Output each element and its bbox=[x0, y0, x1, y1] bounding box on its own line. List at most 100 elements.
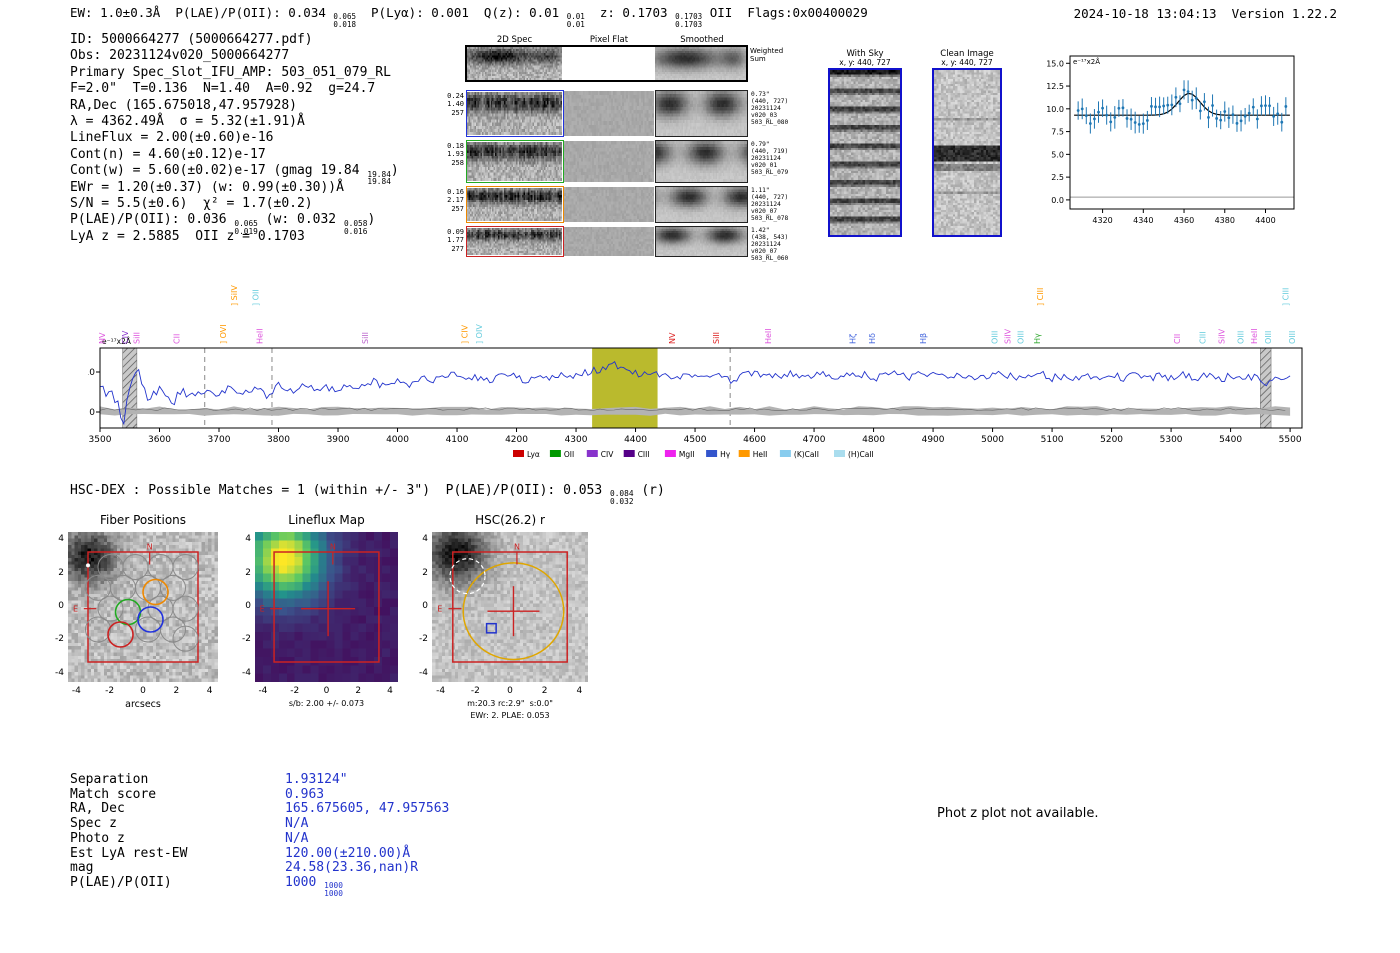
svg-text:4800: 4800 bbox=[862, 435, 885, 445]
svg-text:4300: 4300 bbox=[565, 435, 588, 445]
svg-text:0.0: 0.0 bbox=[1051, 196, 1064, 205]
match-row-value: N/A bbox=[285, 816, 309, 832]
svg-text:SiII: SiII bbox=[361, 332, 370, 344]
y-tick-label: -2 bbox=[419, 634, 428, 645]
spec2d-image bbox=[467, 92, 562, 135]
fiber-weight-value: 257 bbox=[451, 204, 464, 213]
y-tick-label: 2 bbox=[422, 567, 428, 578]
stacked-uncertainty: 0.01 0.01 bbox=[567, 13, 585, 28]
svg-text:15.0: 15.0 bbox=[1046, 59, 1064, 68]
svg-text:HeII: HeII bbox=[1250, 328, 1259, 344]
svg-text:] CIII: ] CIII bbox=[1281, 288, 1290, 306]
svg-text:OIII: OIII bbox=[1264, 331, 1273, 344]
svg-text:e⁻¹⁷x2Å: e⁻¹⁷x2Å bbox=[1073, 57, 1100, 66]
selected-fiber bbox=[137, 606, 164, 633]
fiber-weight-value: 1.93 bbox=[447, 150, 464, 159]
info-line: EWr = 1.20(±0.37) (w: 0.99(±0.30))Å bbox=[70, 179, 344, 195]
strip-annotation: (440, 727) bbox=[751, 194, 789, 201]
weighted-smoothed-image bbox=[655, 47, 746, 80]
svg-text:5100: 5100 bbox=[1041, 435, 1064, 445]
lower-value: 0.032 bbox=[610, 497, 634, 507]
lineflux-map-overlay: NE bbox=[260, 543, 380, 663]
svg-text:CII: CII bbox=[1173, 334, 1182, 344]
line-fit-plot: 0.0 2.5 5.0 7.5 10.0 12.5 15.0 4320 4340 4360 4380… bbox=[1046, 55, 1295, 225]
svg-text:MgII: MgII bbox=[679, 450, 695, 459]
stacked-uncertainty: 0.058 0.016 bbox=[343, 219, 368, 236]
x-tick-label: -2 bbox=[290, 686, 300, 696]
strip-annotation: v020_03 bbox=[751, 112, 778, 119]
fiber-weight-value: 258 bbox=[451, 158, 464, 167]
svg-text:0: 0 bbox=[89, 408, 95, 418]
stacked-uncertainty: 0.065 0.018 bbox=[333, 13, 356, 28]
svg-text:4400: 4400 bbox=[1255, 216, 1275, 225]
full-spectrum-plot: 0 10 3500 3600 3700 3800 3900 4000 4100 4200 4300 4… bbox=[88, 285, 1303, 459]
svg-text:] CIV: ] CIV bbox=[461, 324, 470, 344]
info-line: Obs: 20231124v020_5000664277 bbox=[70, 48, 290, 64]
info-line: RA,Dec (165.675018,47.957928) bbox=[70, 97, 297, 113]
svg-text:5.0: 5.0 bbox=[1051, 150, 1064, 159]
x-tick-label: 4 bbox=[387, 686, 393, 696]
svg-text:5300: 5300 bbox=[1160, 435, 1183, 445]
strip-annotation: 503_RL_079 bbox=[751, 169, 789, 176]
hsc-cutout-overlay: NE bbox=[437, 543, 568, 663]
match-row-value: 1.93124" bbox=[285, 772, 348, 787]
svg-text:SiIV: SiIV bbox=[1003, 328, 1012, 344]
strip-annotation: 0.73" bbox=[751, 91, 770, 98]
lower-value: 0.01 bbox=[566, 19, 585, 29]
x-tick-label: 0 bbox=[323, 686, 330, 696]
strip-annotation: 503_RL_078 bbox=[751, 215, 789, 222]
svg-text:4700: 4700 bbox=[803, 435, 826, 445]
svg-text:3500: 3500 bbox=[89, 435, 112, 445]
svg-text:3900: 3900 bbox=[327, 435, 350, 445]
x-tick-label: 4 bbox=[206, 686, 213, 696]
strip-annotation: (440, 727) bbox=[751, 98, 789, 105]
pixelflat-image bbox=[564, 141, 654, 182]
info-line: F=2.0" T=0.136 N=1.40 A=0.92 g=24.7 bbox=[70, 81, 376, 97]
weighted-2dspec-image bbox=[467, 47, 562, 80]
fiber-positions-title: Fiber Positions bbox=[99, 513, 187, 527]
match-row-value: 24.58(23.36,nan)R bbox=[285, 860, 419, 876]
y-tick-label: 4 bbox=[422, 534, 428, 545]
col-header-smoothed: Smoothed bbox=[680, 35, 724, 45]
svg-text:4900: 4900 bbox=[922, 435, 945, 445]
line-highlight-band bbox=[592, 348, 658, 428]
compass-east: E bbox=[73, 605, 78, 614]
selected-fiber bbox=[107, 621, 134, 648]
svg-text:4100: 4100 bbox=[446, 435, 469, 445]
strip-annotation: 20231124 bbox=[751, 241, 781, 248]
header-summary: EW: 1.0±0.3Å P(LAE)/P(OII): 0.034 0.065 0… bbox=[70, 5, 868, 29]
photz-note: Phot z plot not available. bbox=[937, 806, 1099, 821]
svg-text:Hβ: Hβ bbox=[919, 333, 928, 344]
lower-value: 0.018 bbox=[333, 19, 356, 29]
strip-annotation: 503_RL_080 bbox=[751, 119, 789, 126]
fiber-positions-overlay: NE bbox=[73, 543, 199, 663]
svg-text:] SiIV: ] SiIV bbox=[230, 285, 239, 306]
spec2d-image bbox=[467, 228, 562, 255]
svg-text:3800: 3800 bbox=[267, 435, 290, 445]
lower-value: 0.016 bbox=[343, 226, 368, 236]
match-row-label: Est LyA rest-EW bbox=[70, 845, 188, 861]
svg-text:] OVI: ] OVI bbox=[219, 324, 228, 344]
match-row-label: Spec z bbox=[70, 816, 117, 832]
x-tick-label: 0 bbox=[507, 686, 513, 696]
svg-text:Hγ: Hγ bbox=[1033, 333, 1042, 344]
y-tick-label: 2 bbox=[245, 567, 251, 578]
fiber-weight-value: 1.77 bbox=[447, 236, 464, 245]
svg-text:Hγ: Hγ bbox=[720, 450, 731, 459]
svg-text:10: 10 bbox=[88, 368, 95, 378]
svg-text:(K)CaII: (K)CaII bbox=[794, 450, 819, 459]
info-line: S/N = 5.5(±0.6) χ² = 1.7(±0.2) bbox=[70, 196, 313, 211]
svg-text:HeII: HeII bbox=[255, 328, 264, 344]
y-tick-label: 4 bbox=[58, 534, 64, 545]
strip-annotation: 1.42" bbox=[751, 227, 770, 234]
stacked-uncertainty: 19.84 19.84 bbox=[367, 170, 390, 187]
strip-annotation: v020_07 bbox=[751, 248, 778, 255]
svg-text:OIII: OIII bbox=[1288, 331, 1297, 344]
y-tick-label: -4 bbox=[242, 667, 251, 678]
svg-text:] CIII: ] CIII bbox=[1036, 288, 1045, 306]
match-row-label: RA, Dec bbox=[70, 801, 125, 817]
svg-text:SiII: SiII bbox=[712, 332, 721, 344]
strip-annotation: v020_07 bbox=[751, 208, 778, 215]
compass-north: N bbox=[330, 543, 336, 552]
svg-text:] OIV: ] OIV bbox=[475, 324, 484, 344]
